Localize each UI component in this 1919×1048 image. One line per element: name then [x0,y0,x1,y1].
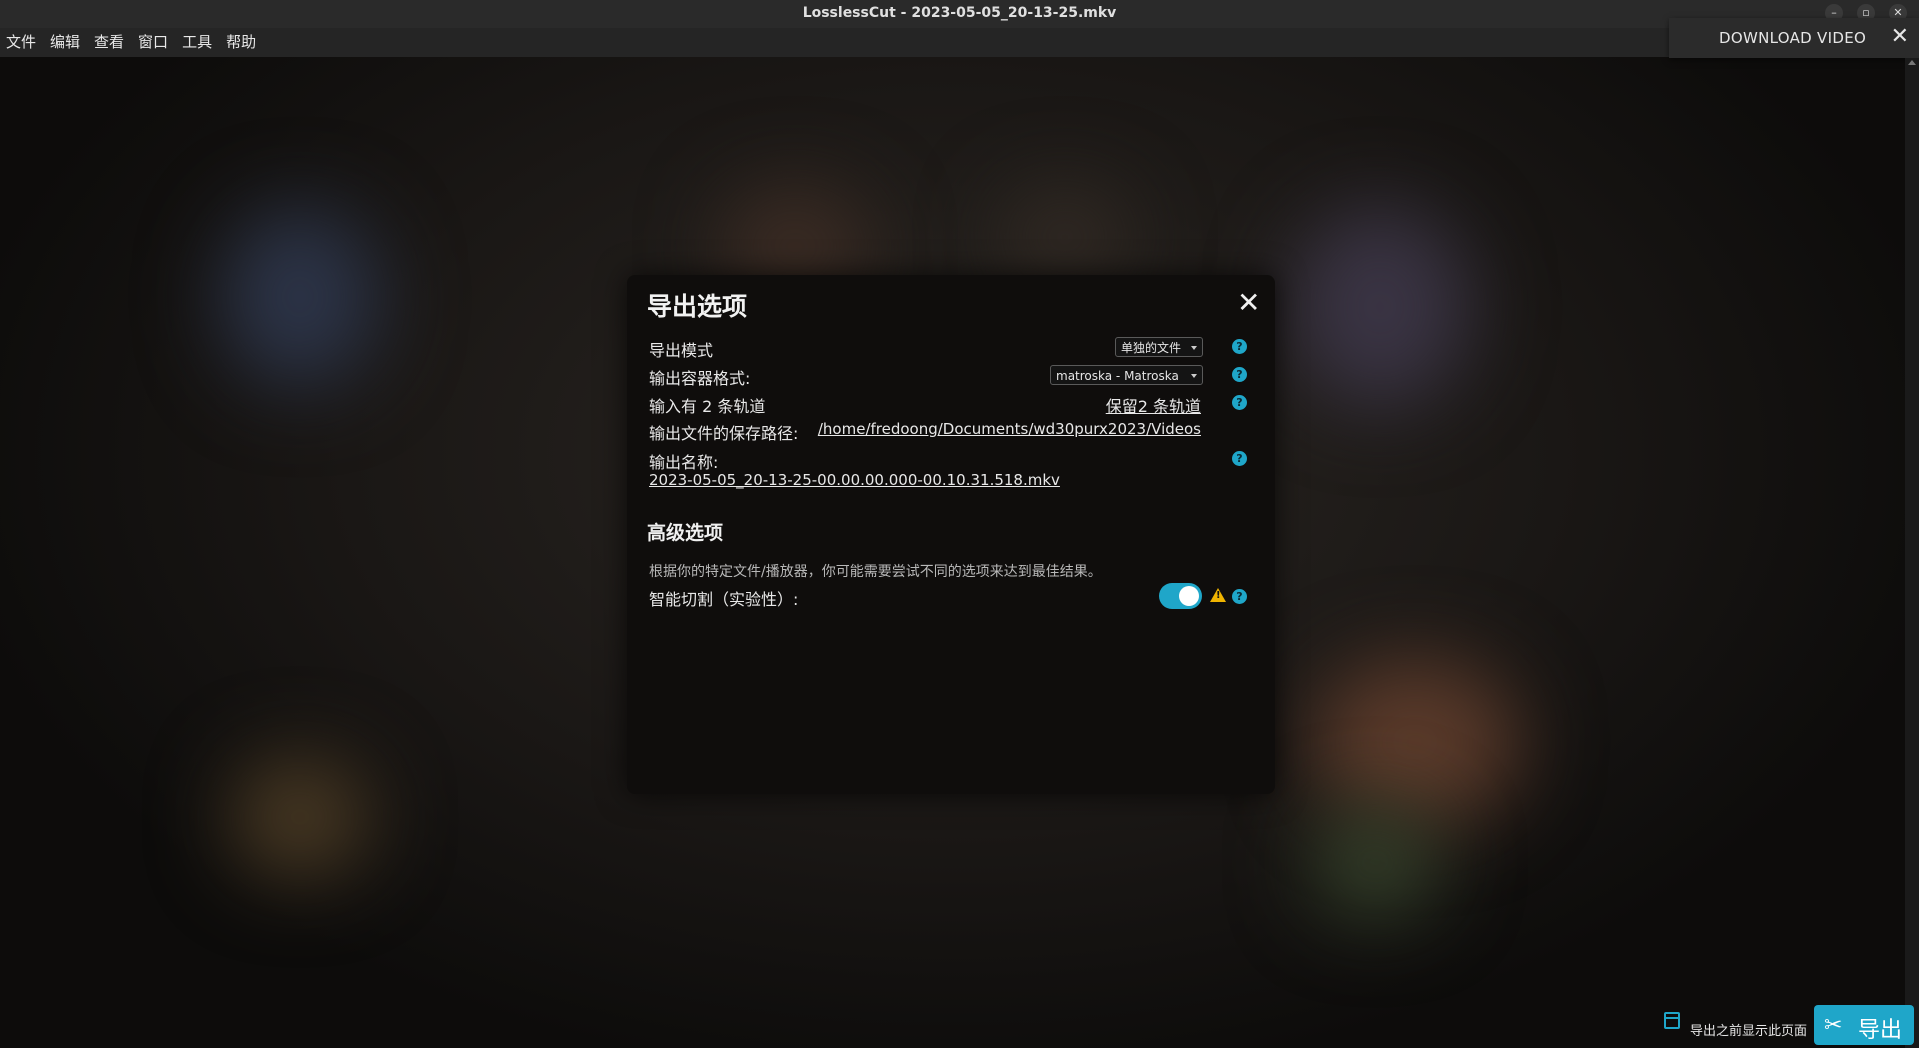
dialog-title: 导出选项 [647,292,748,321]
smart-cut-label: 智能切割（实验性）: [649,590,799,609]
bg-blob [1290,207,1470,407]
download-video-panel: DOWNLOAD VIDEO ✕ [1669,18,1919,58]
bg-blob [230,757,370,877]
export-options-dialog: 导出选项 ✕ 导出模式 单独的文件 ? 输出容器格式: matroska - M… [627,275,1275,794]
container-format-select[interactable]: matroska - Matroska [1050,365,1203,385]
menu-help[interactable]: 帮助 [226,28,256,57]
warning-glyph: ! [1216,590,1221,601]
bg-blob [1000,187,1130,287]
save-path-link[interactable]: /home/fredoong/Documents/wd30purx2023/Vi… [818,420,1201,438]
close-icon[interactable]: ✕ [1237,286,1260,319]
show-before-export-label[interactable]: 导出之前显示此页面 [1690,1020,1807,1039]
bg-blob [1310,657,1520,827]
output-name-link[interactable]: 2023-05-05_20-13-25-00.00.00.000-00.10.3… [649,471,1060,489]
help-icon[interactable]: ? [1232,451,1247,466]
scrollbar[interactable] [1905,58,1919,1048]
save-path-label: 输出文件的保存路径: [649,424,799,443]
input-tracks-label: 输入有 2 条轨道 [649,397,766,416]
warning-icon[interactable]: ! [1210,588,1226,602]
help-icon[interactable]: ? [1232,589,1247,604]
container-format-value: matroska - Matroska [1056,369,1179,383]
output-name-label: 输出名称: [649,453,719,472]
smart-cut-toggle[interactable] [1159,583,1202,609]
chevron-down-icon [1191,374,1197,378]
scroll-up-icon[interactable] [1908,60,1916,65]
help-icon[interactable]: ? [1232,395,1247,410]
export-mode-value: 单独的文件 [1121,341,1182,355]
menu-tools[interactable]: 工具 [182,28,212,57]
menu-view[interactable]: 查看 [94,28,124,57]
title-bar: LosslessCut - 2023-05-05_20-13-25.mkv – … [0,0,1919,29]
scissors-icon: ✂ [1824,1013,1843,1038]
chevron-down-icon [1191,346,1197,350]
menu-edit[interactable]: 编辑 [50,28,80,57]
menu-bar: 文件 编辑 查看 窗口 工具 帮助 [0,28,1919,57]
download-video-button[interactable]: DOWNLOAD VIDEO [1719,29,1866,47]
toggle-knob [1179,586,1199,606]
menu-window[interactable]: 窗口 [138,28,168,57]
help-icon[interactable]: ? [1232,339,1247,354]
export-button[interactable]: ✂ 导出 [1814,1005,1914,1045]
calendar-icon[interactable] [1664,1012,1680,1029]
keep-tracks-link[interactable]: 保留2 条轨道 [1106,393,1201,417]
bg-blob [1310,807,1440,917]
help-icon[interactable]: ? [1232,367,1247,382]
menu-file[interactable]: 文件 [6,28,36,57]
container-format-label: 输出容器格式: [649,369,751,388]
close-icon[interactable]: ✕ [1891,24,1909,49]
export-button-label: 导出 [1858,1018,1903,1043]
bg-blob [220,207,380,387]
window-title: LosslessCut - 2023-05-05_20-13-25.mkv [802,5,1117,21]
advanced-options-heading: 高级选项 [647,522,724,544]
advanced-options-description: 根据你的特定文件/播放器，你可能需要尝试不同的选项来达到最佳结果。 [649,564,1102,580]
export-mode-label: 导出模式 [649,341,714,360]
export-mode-select[interactable]: 单独的文件 [1115,337,1203,357]
